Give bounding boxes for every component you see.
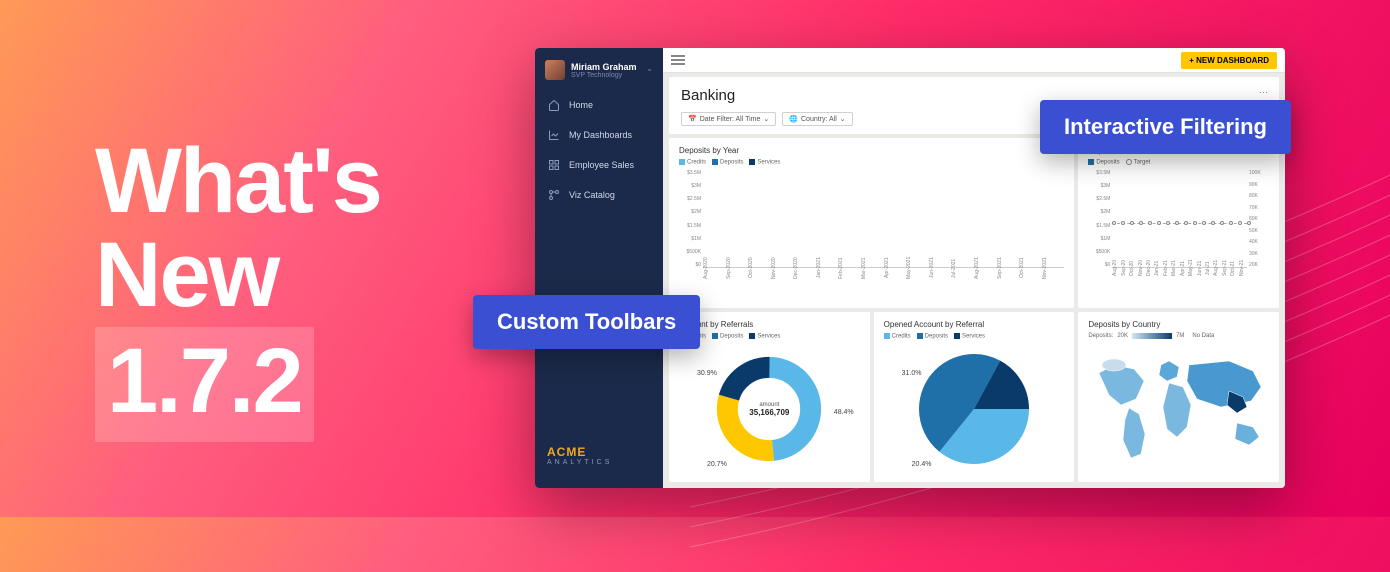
card-opened-by-referral: Opened Account by Referral Credits Depos… — [874, 312, 1075, 482]
home-icon — [547, 98, 561, 112]
sidebar-item-dashboards[interactable]: My Dashboards — [535, 120, 663, 150]
date-filter[interactable]: 📅 Date Filter: All Time ⌄ — [681, 112, 776, 126]
user-menu[interactable]: Miriam Graham SVP Technology ⌄ — [535, 58, 663, 90]
card-deposits-by-country: Deposits by Country Deposits: 20K 7M No … — [1078, 312, 1279, 482]
card-deposits-vs-goal: Deposits vs. Goal Deposits Target $0$500… — [1078, 138, 1279, 308]
brand-name: ACME — [547, 445, 651, 459]
hamburger-icon[interactable] — [671, 55, 685, 65]
hero-line1: What's — [95, 130, 381, 232]
sidebar-item-employee-sales[interactable]: Employee Sales — [535, 150, 663, 180]
globe-icon: 🌐 — [789, 115, 798, 123]
callout-interactive-filtering: Interactive Filtering — [1040, 100, 1291, 154]
brand-sub: ANALYTICS — [547, 459, 651, 466]
dashboard-grid: Deposits by Year Credits Deposits Servic… — [663, 134, 1285, 488]
chart-icon — [547, 128, 561, 142]
world-map — [1088, 343, 1269, 473]
sidebar-item-viz-catalog[interactable]: Viz Catalog — [535, 180, 663, 210]
catalog-icon — [547, 188, 561, 202]
map-legend: Deposits: 20K 7M No Data — [1088, 333, 1269, 339]
avatar — [545, 60, 565, 80]
donut-center: amount 35,166,709 — [749, 402, 789, 417]
filter-label: Date Filter: All Time — [700, 116, 761, 123]
sidebar-item-label: Employee Sales — [569, 160, 634, 170]
gradient-icon — [1132, 333, 1172, 339]
callout-custom-toolbars: Custom Toolbars — [473, 295, 700, 349]
sidebar: Miriam Graham SVP Technology ⌄ Home My D… — [535, 48, 663, 488]
hero-line2: New — [95, 224, 278, 326]
stacked-bar-chart: $0$500K$1M$1.5M$2M$2.5M$3M$3.5M Aug-2020… — [703, 170, 1064, 280]
topbar: + NEW DASHBOARD — [663, 48, 1285, 73]
chart-legend: Deposits Target — [1088, 159, 1269, 166]
chart-legend: Credits Deposits Services — [679, 159, 1064, 166]
chevron-down-icon: ⌄ — [646, 64, 653, 73]
card-title: Deposits by Year — [679, 146, 1064, 155]
sidebar-item-home[interactable]: Home — [535, 90, 663, 120]
more-icon[interactable]: ⋯ — [1259, 87, 1269, 98]
card-title: Deposits by Country — [1088, 320, 1269, 329]
sidebar-item-label: Home — [569, 100, 593, 110]
chart-legend: Credits Deposits Services — [679, 333, 860, 340]
calendar-icon: 📅 — [688, 115, 697, 123]
pie-chart: 31.0% 20.4% — [884, 344, 1065, 474]
card-title: Opened Account by Referral — [884, 320, 1065, 329]
hero-heading: What's New 1.7.2 — [95, 135, 381, 442]
grid-icon — [547, 158, 561, 172]
donut-chart: amount 35,166,709 48.4% 30.9% 20.7% — [679, 344, 860, 474]
card-title: Account by Referrals — [679, 320, 860, 329]
user-name: Miriam Graham — [571, 62, 637, 72]
chevron-down-icon: ⌄ — [840, 115, 846, 123]
version-badge: 1.7.2 — [95, 327, 314, 442]
country-filter[interactable]: 🌐 Country: All ⌄ — [782, 112, 852, 126]
chevron-down-icon: ⌄ — [763, 115, 769, 123]
sidebar-item-label: My Dashboards — [569, 130, 632, 140]
bar-chart-with-target: $0$500K$1M$1.5M$2M$2.5M$3M$3.5M 20K30K40… — [1112, 170, 1247, 280]
chart-legend: Credits Deposits Services — [884, 333, 1065, 340]
new-dashboard-button[interactable]: + NEW DASHBOARD — [1181, 52, 1277, 69]
filter-label: Country: All — [801, 116, 837, 123]
sidebar-item-label: Viz Catalog — [569, 190, 615, 200]
user-role: SVP Technology — [571, 72, 637, 79]
card-deposits-by-year: Deposits by Year Credits Deposits Servic… — [669, 138, 1074, 308]
brand-logo: ACME ANALYTICS — [535, 433, 663, 478]
